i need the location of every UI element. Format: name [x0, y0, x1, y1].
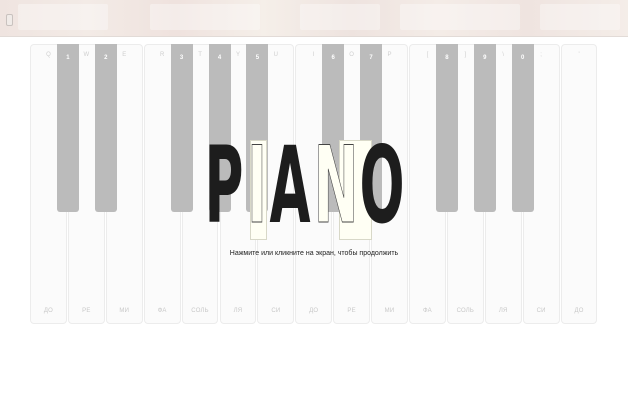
banner-tile	[150, 4, 260, 30]
note-name-label: ФА	[423, 308, 432, 314]
note-name-label: ЛЯ	[233, 308, 243, 314]
note-name-label: РЕ	[347, 308, 356, 314]
top-banner	[0, 0, 628, 37]
black-key-label: 5	[255, 55, 260, 61]
note-name-label: СОЛЬ	[456, 308, 475, 314]
black-key[interactable]: 3	[170, 44, 193, 212]
note-name-label: МИ	[119, 308, 130, 314]
black-key-label: 1	[66, 55, 70, 61]
piano-logo: P I A N O	[201, 124, 427, 247]
white-key[interactable]: ' ДО	[560, 44, 598, 324]
black-key-label: 4	[217, 55, 222, 61]
note-name-label: ДО	[309, 308, 319, 314]
note-name-label: СОЛЬ	[191, 308, 209, 314]
logo-letter-a: A	[269, 124, 311, 247]
black-key[interactable]: 2	[94, 44, 117, 212]
black-key[interactable]: 8	[435, 44, 458, 212]
logo-letter-p: P	[204, 124, 244, 247]
black-key-label: 9	[483, 55, 487, 61]
logo-letter-o: O	[359, 124, 405, 247]
note-name-label: ДО	[574, 308, 584, 314]
black-key[interactable]: 0	[511, 44, 534, 212]
black-key-label: 6	[331, 55, 335, 61]
note-name-label: ДО	[43, 308, 54, 314]
note-name-label: РЕ	[82, 308, 91, 314]
logo-letter-i: I	[247, 124, 267, 247]
black-key-label: 7	[369, 55, 373, 61]
note-name-label: СИ	[271, 308, 281, 314]
note-name-label: ФА	[157, 308, 167, 314]
continue-hint: Нажмите или кликните на экран, чтобы про…	[229, 250, 399, 257]
logo-letter-n: N	[313, 124, 359, 247]
banner-tile	[300, 4, 380, 30]
note-name-label: ЛЯ	[498, 308, 508, 314]
black-key-label: 3	[179, 55, 184, 61]
menu-handle-icon[interactable]	[6, 14, 13, 26]
black-key-label: 2	[104, 55, 108, 61]
black-key-label: 8	[445, 55, 449, 61]
black-key[interactable]: 9	[473, 44, 496, 212]
key-shortcut-label: '	[578, 52, 580, 58]
black-key[interactable]: 1	[56, 44, 79, 212]
note-name-label: СИ	[536, 308, 546, 314]
note-name-label: МИ	[384, 308, 395, 314]
banner-tile	[400, 4, 520, 30]
banner-tile	[540, 4, 620, 30]
banner-tile	[18, 4, 108, 30]
black-key-label: 0	[521, 55, 525, 61]
